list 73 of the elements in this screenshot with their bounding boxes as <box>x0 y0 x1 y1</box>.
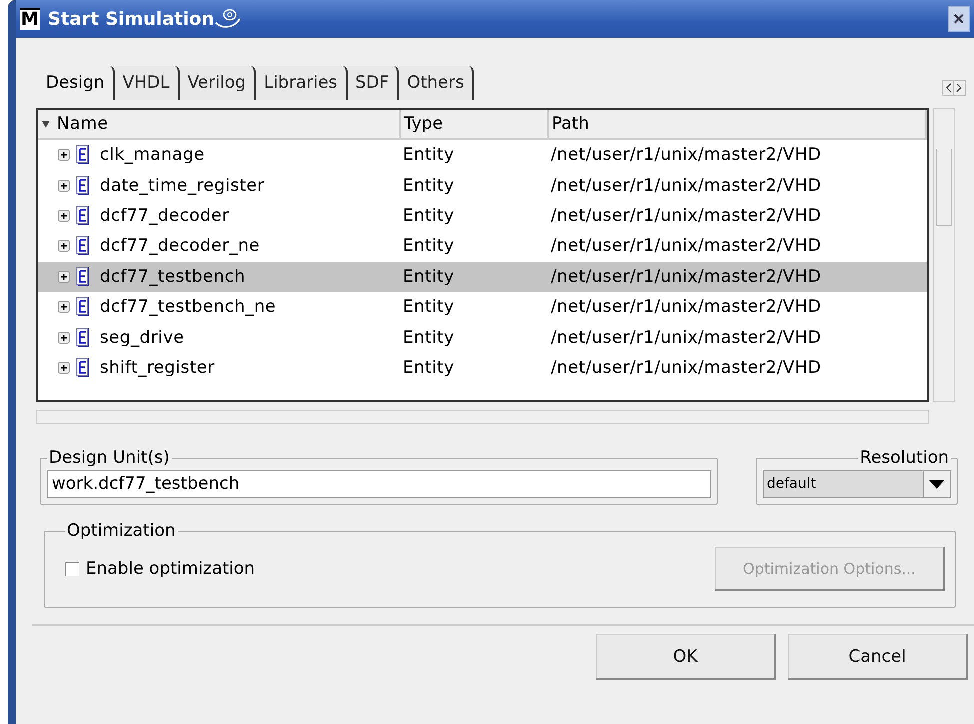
unit-path: /net/user/r1/unix/master2/VHD <box>550 358 822 378</box>
entity-icon <box>76 328 92 348</box>
group-label: Optimization <box>66 521 177 541</box>
close-button[interactable] <box>948 6 970 32</box>
unit-path: /net/user/r1/unix/master2/VHD <box>550 145 822 166</box>
tree-row[interactable]: dcf77_testbench Entity /net/user/r1/unix/master2/VHD <box>38 262 927 292</box>
spiral-icon <box>214 7 242 31</box>
window-title: Start Simulation <box>48 8 214 30</box>
unit-type: Entity <box>402 236 456 256</box>
unit-path: /net/user/r1/unix/master2/VHD <box>550 266 822 287</box>
cancel-button[interactable]: Cancel <box>788 634 968 680</box>
close-icon[interactable] <box>953 13 965 25</box>
unit-name: dcf77_decoder <box>99 206 230 226</box>
unit-type: Entity <box>402 297 456 318</box>
expand-icon[interactable] <box>58 362 70 374</box>
column-header[interactable]: Path <box>549 110 927 140</box>
horizontal-scrollbar[interactable] <box>36 410 929 424</box>
expand-icon[interactable] <box>58 270 70 283</box>
unit-path: /net/user/r1/unix/master2/VHD <box>550 176 822 196</box>
unit-path: /net/user/r1/unix/master2/VHD <box>550 297 822 318</box>
group-label: Resolution <box>859 448 950 468</box>
expand-icon[interactable] <box>58 180 70 192</box>
unit-name: dcf77_testbench_ne <box>99 297 276 318</box>
column-header[interactable]: Name <box>38 110 401 140</box>
tree-row[interactable]: date_time_register Entity /net/user/r1/unix/master2/VHD <box>38 170 927 201</box>
tab[interactable]: SDF <box>348 66 400 100</box>
resolution-dropdown[interactable]: default <box>763 470 951 498</box>
unit-type: Entity <box>402 328 456 348</box>
unit-name: shift_register <box>99 358 215 378</box>
expand-icon[interactable] <box>58 301 70 314</box>
unit-type: Entity <box>402 145 456 166</box>
group-label: Design Unit(s) <box>48 448 171 468</box>
design-unit-field[interactable]: work.dcf77_testbench <box>47 470 711 498</box>
tab[interactable]: Libraries <box>256 66 348 100</box>
tab[interactable]: VHDL <box>114 66 180 100</box>
enable-optimization-checkbox[interactable]: Enable optimization <box>65 559 256 579</box>
expand-icon[interactable] <box>58 149 70 162</box>
unit-type: Entity <box>402 206 456 226</box>
tree-row[interactable]: dcf77_decoder Entity /net/user/r1/unix/master2/VHD <box>38 200 927 232</box>
unit-name: date_time_register <box>99 176 265 196</box>
unit-path: /net/user/r1/unix/master2/VHD <box>550 236 822 256</box>
tree-row[interactable]: dcf77_testbench_ne Entity /net/user/r1/unix/master2/VHD <box>38 292 927 322</box>
unit-name: dcf77_testbench <box>99 266 246 287</box>
entity-icon <box>76 206 92 226</box>
entity-icon <box>76 297 92 318</box>
column-header[interactable]: Type <box>401 110 549 140</box>
tree-row[interactable]: shift_register Entity /net/user/r1/unix/master2/VHD <box>38 352 927 384</box>
tab-scroll-arrows-icon[interactable] <box>942 80 966 96</box>
tree-row[interactable]: clk_manage Entity /net/user/r1/unix/master2/VHD <box>38 140 927 170</box>
unit-name: dcf77_decoder_ne <box>99 236 260 256</box>
unit-type: Entity <box>402 358 456 378</box>
sort-triangle-icon[interactable] <box>41 119 51 129</box>
vertical-scrollbar[interactable] <box>933 108 955 402</box>
unit-type: Entity <box>402 266 456 287</box>
entity-icon <box>76 176 92 196</box>
entity-icon <box>76 145 92 166</box>
tree-row[interactable]: dcf77_decoder_ne Entity /net/user/r1/unix/master2/VHD <box>38 231 927 262</box>
tree-row[interactable]: seg_drive Entity /net/user/r1/unix/master2/VHD <box>38 322 927 353</box>
tab[interactable]: Verilog <box>180 66 256 100</box>
ok-button[interactable]: OK <box>596 634 776 680</box>
expand-icon[interactable] <box>58 332 70 344</box>
entity-icon <box>76 266 92 287</box>
entity-icon <box>76 236 92 256</box>
tab[interactable]: Others <box>399 66 474 100</box>
expand-icon[interactable] <box>58 210 70 222</box>
unit-path: /net/user/r1/unix/master2/VHD <box>550 206 822 226</box>
unit-path: /net/user/r1/unix/master2/VHD <box>550 328 822 348</box>
unit-name: clk_manage <box>99 145 205 166</box>
unit-name: seg_drive <box>99 328 184 348</box>
entity-icon <box>76 358 92 378</box>
app-icon: M <box>20 8 40 30</box>
unit-type: Entity <box>402 176 456 196</box>
expand-icon[interactable] <box>58 240 70 252</box>
